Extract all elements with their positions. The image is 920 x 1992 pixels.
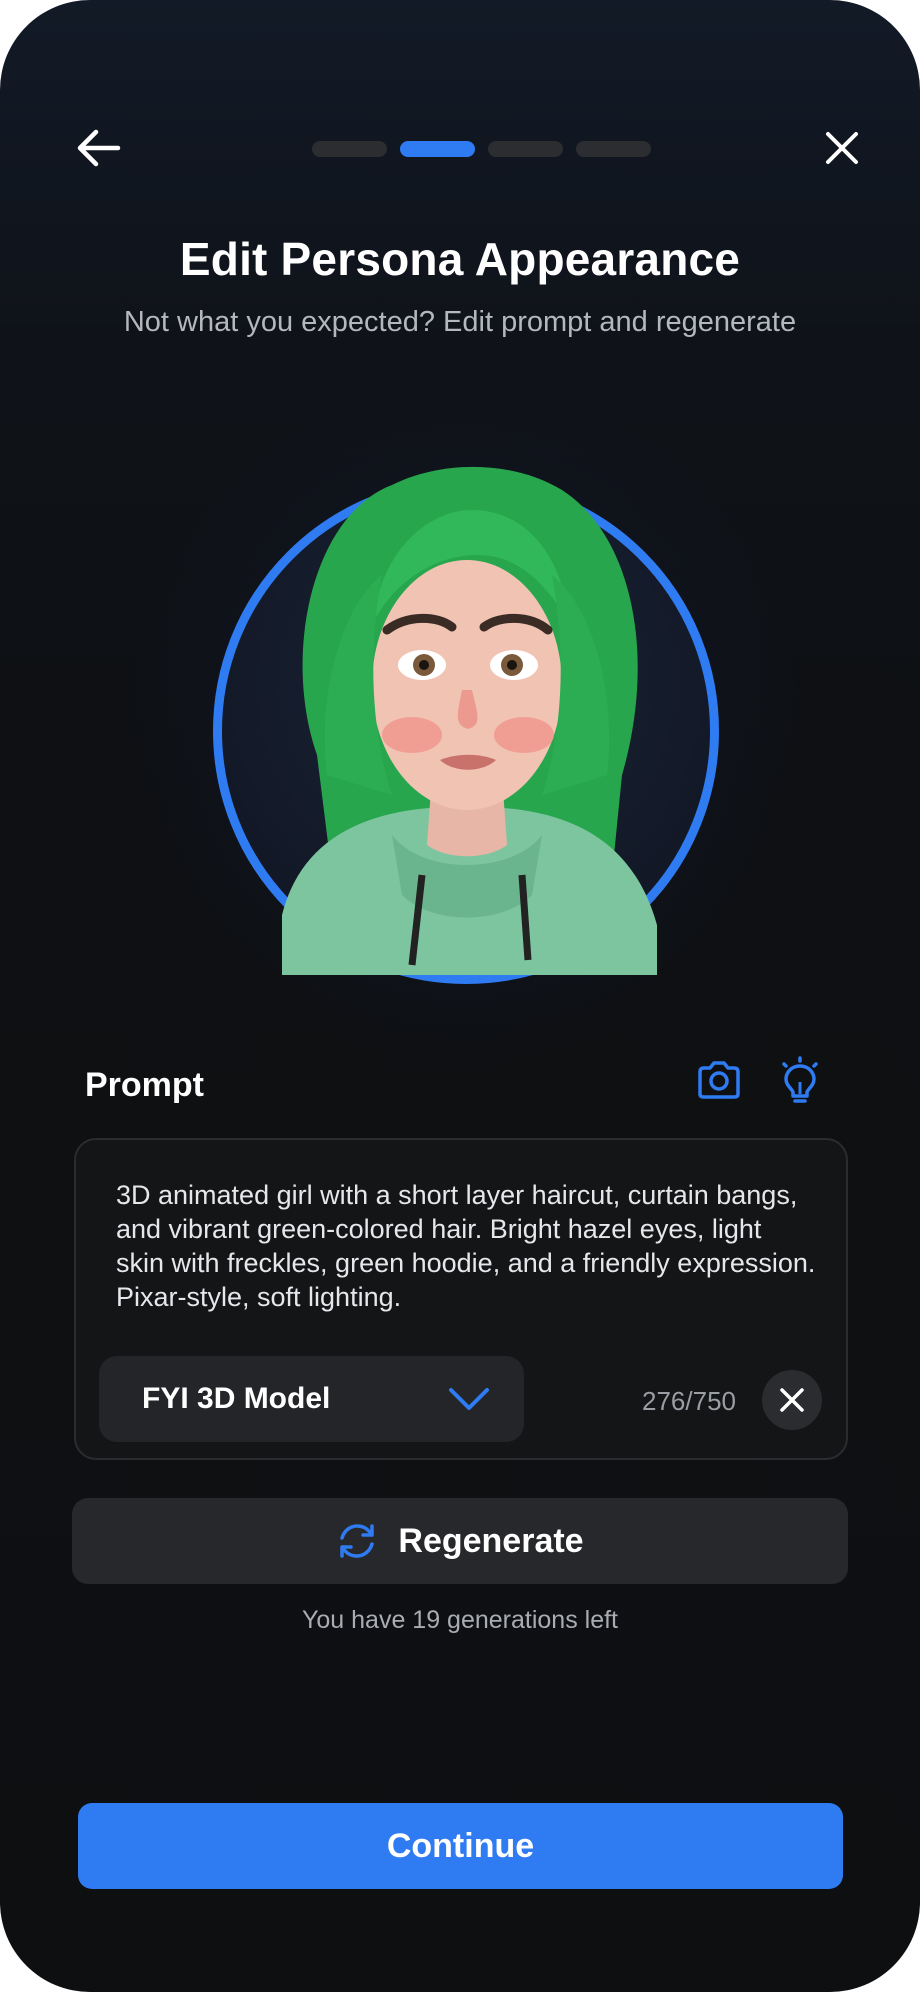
regenerate-label: Regenerate: [398, 1521, 584, 1560]
generations-left-text: You have 19 generations left: [302, 1606, 618, 1634]
continue-label: Continue: [386, 1826, 535, 1865]
page-subtitle: Not what you expected? Edit prompt and r…: [123, 306, 797, 338]
chevron-down-icon: [449, 1388, 489, 1410]
close-icon: [780, 1388, 804, 1412]
step-indicator: [576, 141, 651, 157]
model-dropdown[interactable]: FYI 3D Model: [99, 1356, 524, 1442]
prompt-textarea[interactable]: 3D animated girl with a short layer hair…: [74, 1138, 848, 1460]
step-indicator: [488, 141, 563, 157]
persona-avatar: [282, 466, 657, 975]
camera-icon: [698, 1061, 740, 1099]
step-indicator-active: [400, 141, 475, 157]
page-title: Edit Persona Appearance: [179, 233, 741, 285]
regenerate-content: Regenerate: [336, 1521, 584, 1561]
idea-button[interactable]: [776, 1056, 824, 1106]
prompt-label: Prompt: [85, 1066, 204, 1104]
arrow-left-icon: [77, 129, 121, 167]
close-icon: [826, 132, 858, 164]
clear-prompt-button[interactable]: [762, 1370, 822, 1430]
back-button[interactable]: [68, 118, 128, 178]
prompt-text[interactable]: 3D animated girl with a short layer hair…: [116, 1178, 816, 1314]
char-counter: 276/750: [642, 1386, 736, 1416]
continue-button[interactable]: Continue: [78, 1803, 843, 1889]
screen: Edit Persona Appearance Not what you exp…: [0, 0, 920, 1992]
close-button[interactable]: [812, 118, 872, 178]
lightbulb-icon: [782, 1056, 818, 1103]
regenerate-button[interactable]: Regenerate: [72, 1498, 848, 1584]
progress-stepper: [312, 141, 651, 157]
camera-button[interactable]: [695, 1056, 743, 1104]
refresh-icon: [340, 1524, 375, 1558]
model-selected-label: FYI 3D Model: [142, 1382, 331, 1415]
step-indicator: [312, 141, 387, 157]
